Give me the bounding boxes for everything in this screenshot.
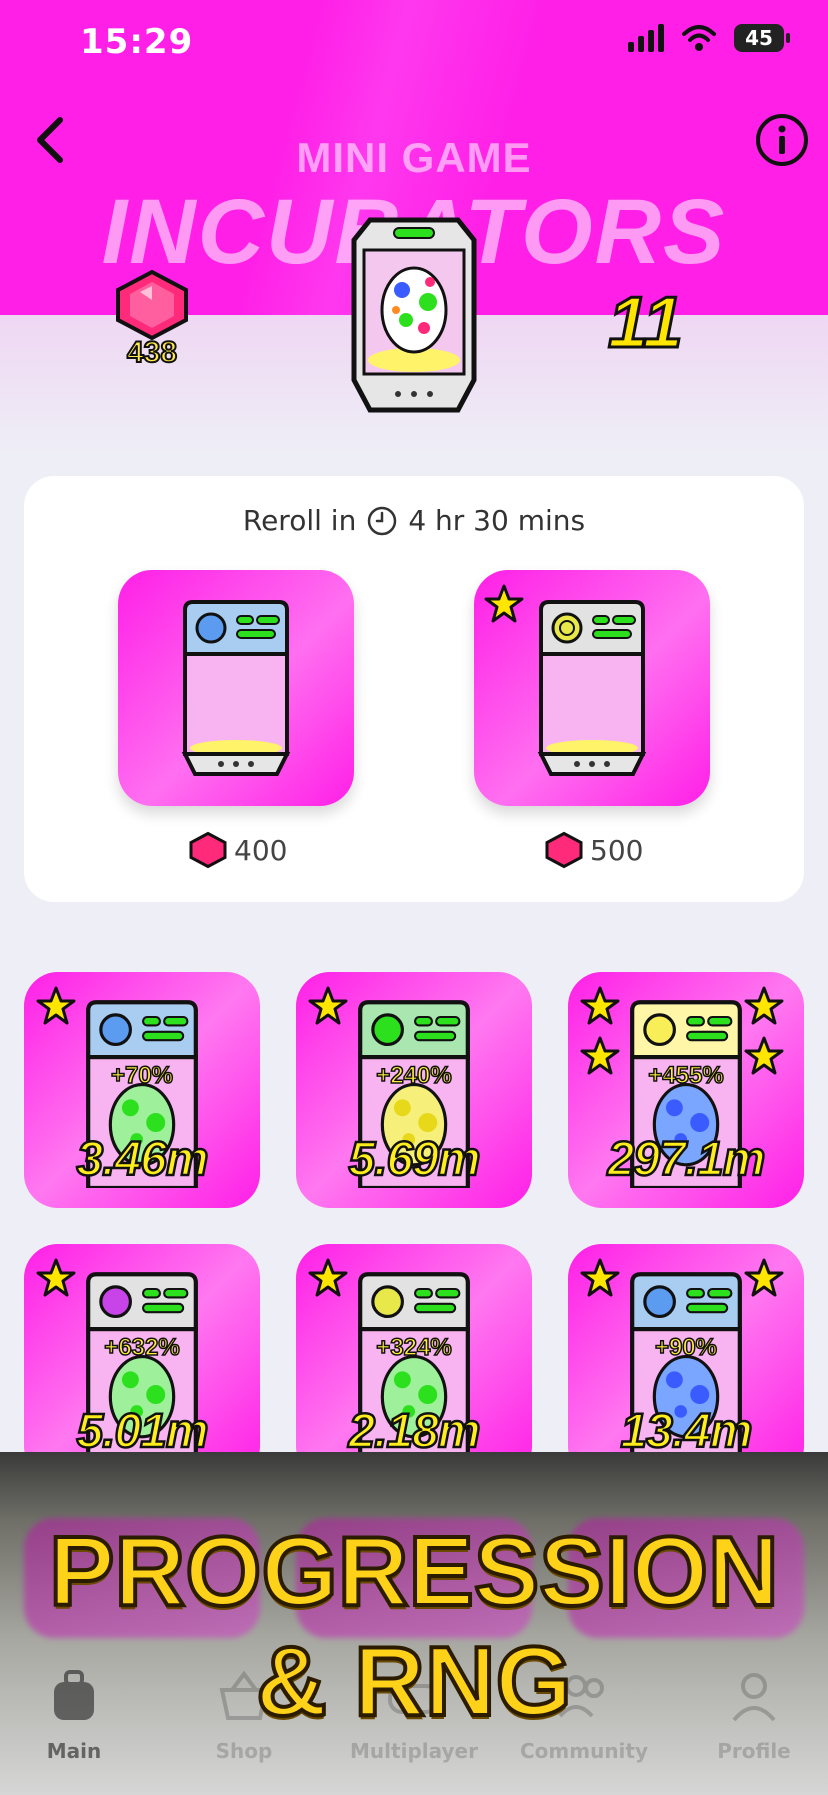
clock-icon: [368, 506, 397, 535]
star-icon: [484, 584, 524, 623]
gem-icon: [189, 831, 227, 869]
page-subtitle: MINI GAME: [296, 134, 532, 181]
gem-icon: [116, 270, 188, 340]
signal-icon: [628, 24, 664, 52]
boost-percent: +70%: [110, 1061, 174, 1090]
incubator-value: 5.69m: [347, 1132, 482, 1188]
reroll-time: 4 hr 30 mins: [408, 504, 586, 537]
boost-percent: +90%: [654, 1333, 718, 1362]
shop-price-1: 400: [188, 830, 287, 870]
reroll-label: Reroll in: [242, 504, 357, 537]
level-counter: 11: [607, 282, 685, 365]
star-icon: [308, 986, 348, 1025]
gem-icon: [545, 831, 583, 869]
shop-price-value: 400: [234, 833, 288, 867]
incubator-value: 2.18m: [347, 1404, 482, 1460]
shop-price-2: 500: [544, 830, 643, 870]
reroll-timer: Reroll in 4 hr 30 mins: [0, 504, 828, 537]
incubator-tile[interactable]: +455% 297.1m: [568, 972, 804, 1208]
incubator-tile[interactable]: +240% 5.69m: [296, 972, 532, 1208]
promo-line-2: & RNG: [254, 1624, 574, 1738]
incubator-icon: [181, 600, 291, 776]
star-icon: [744, 1258, 784, 1297]
status-icons: 45: [628, 24, 790, 52]
incubator-icon: [537, 600, 647, 776]
star-icon: [580, 1258, 620, 1297]
battery-icon: 45: [734, 24, 790, 52]
incubator-tile[interactable]: +90% 13.4m: [568, 1244, 804, 1480]
status-time: 15:29: [80, 22, 194, 62]
boost-percent: +455%: [648, 1061, 725, 1090]
shop-incubator-2[interactable]: [474, 570, 710, 806]
incubator-value: 297.1m: [606, 1132, 766, 1188]
star-icon: [308, 1258, 348, 1297]
gem-balance: 438: [126, 335, 178, 370]
incubator-tile[interactable]: +324% 2.18m: [296, 1244, 532, 1480]
incubator-value: 13.4m: [619, 1404, 754, 1460]
incubator-value: 3.46m: [75, 1132, 210, 1188]
nav-label: Multiplayer: [350, 1739, 478, 1763]
shop-price-value: 500: [590, 833, 644, 867]
boost-percent: +324%: [376, 1333, 453, 1362]
incubator-tile[interactable]: +70% 3.46m: [24, 972, 260, 1208]
promo-line-1: PROGRESSION: [47, 1514, 781, 1628]
nav-label: Community: [519, 1739, 649, 1763]
shop-incubator-1[interactable]: [118, 570, 354, 806]
nav-label: Shop: [215, 1739, 273, 1763]
incubator-tile[interactable]: +632% 5.01m: [24, 1244, 260, 1480]
star-icon: [36, 1258, 76, 1297]
nav-label: Main: [46, 1739, 102, 1763]
star-icon: [580, 986, 620, 1025]
incubator-value: 5.01m: [75, 1404, 210, 1460]
featured-incubator-icon: [351, 217, 477, 413]
wifi-icon: [682, 25, 716, 51]
nav-label: Profile: [717, 1739, 791, 1763]
star-icon: [744, 986, 784, 1025]
star-icon: [36, 986, 76, 1025]
boost-percent: +632%: [104, 1333, 181, 1362]
boost-percent: +240%: [376, 1061, 453, 1090]
